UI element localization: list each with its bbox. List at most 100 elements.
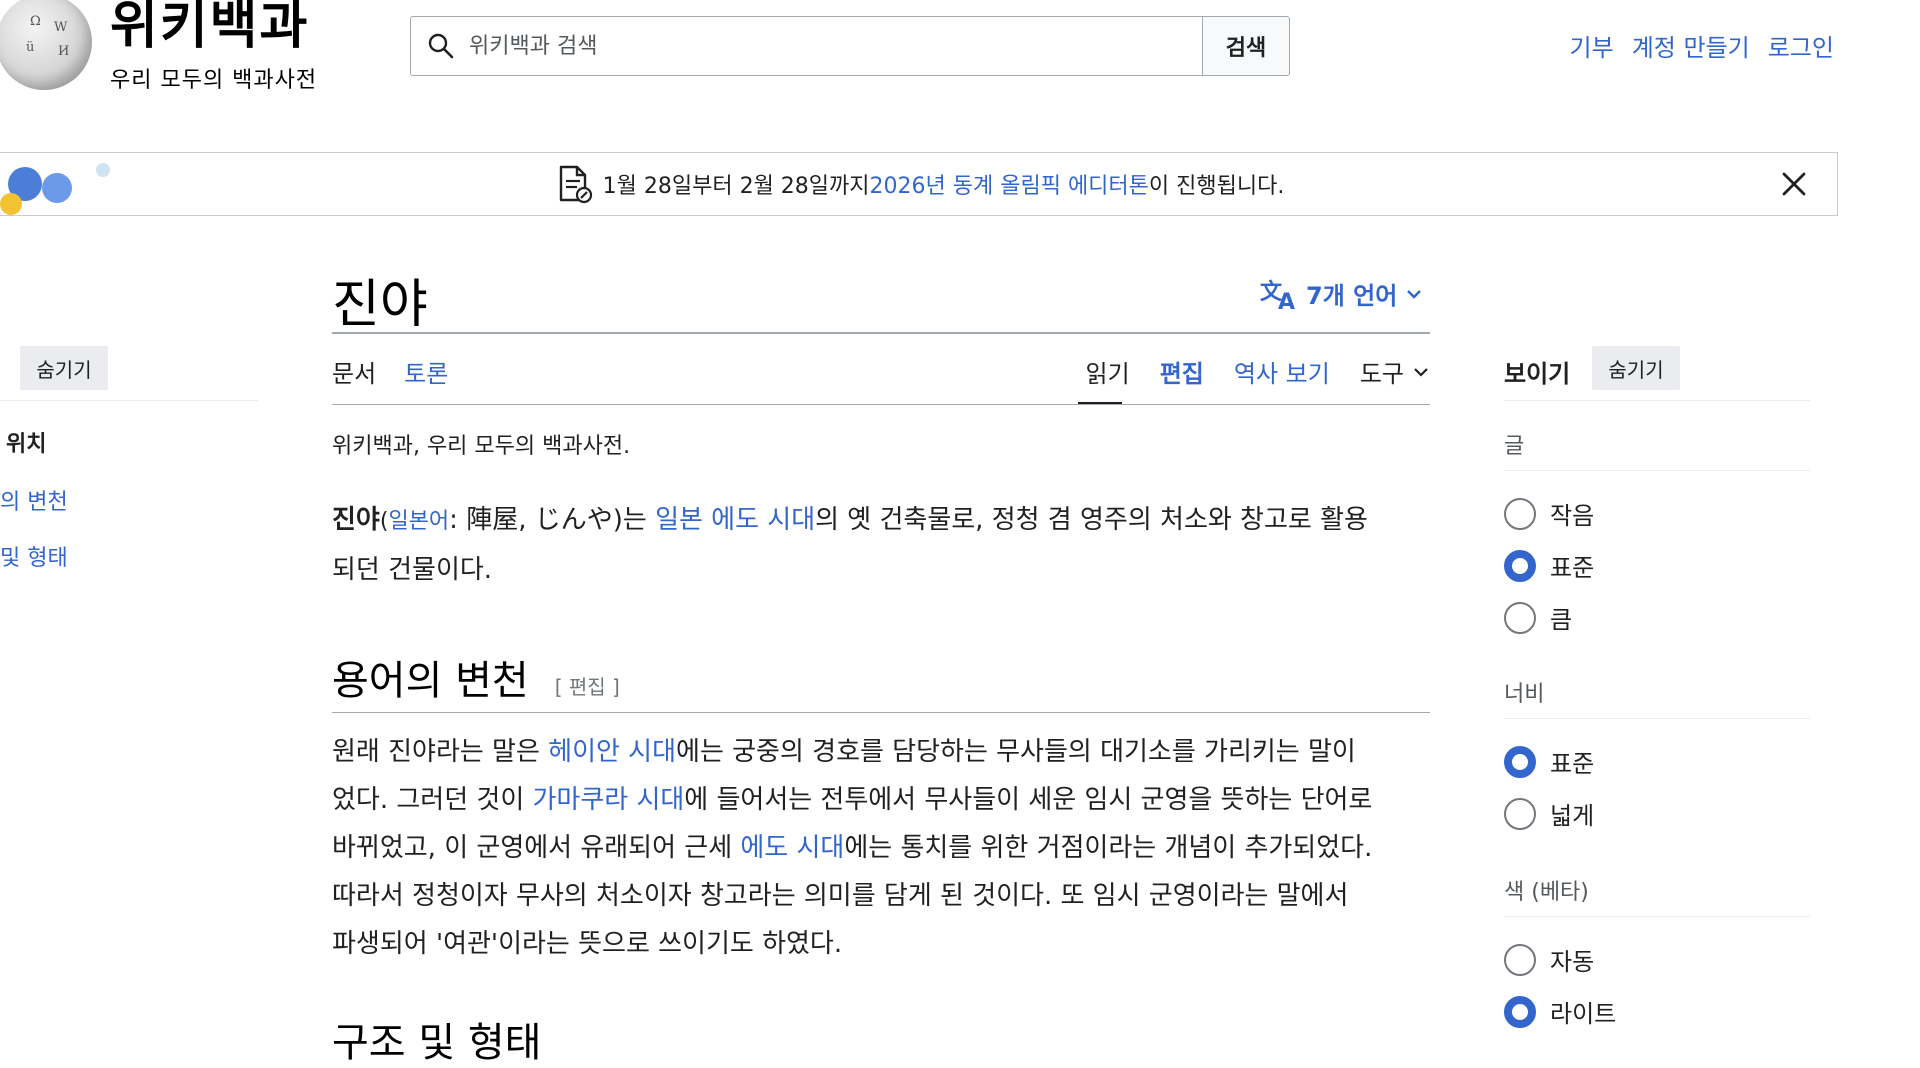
link-edo-period-2[interactable]: 에도 시대 [740, 833, 844, 863]
login-link[interactable]: 로그인 [1768, 28, 1834, 63]
section-title: 용어의 변천 [332, 658, 529, 704]
language-button[interactable]: 文 A 7개 언어 [1260, 276, 1423, 311]
link-kamakura-period[interactable]: 가마쿠라 시대 [533, 785, 685, 815]
language-count: 7개 언어 [1306, 282, 1398, 310]
toc-item-structure[interactable]: 및 형태 [0, 540, 68, 572]
text-size-option-large[interactable]: 큼 [1504, 600, 1572, 635]
banner-text-before: 1월 28일부터 2월 28일까지 [602, 174, 870, 199]
site-subtitle: 위키백과, 우리 모두의 백과사전. [332, 434, 631, 459]
section-heading-structure: 구조 및 형태 [332, 1010, 541, 1068]
radio-button[interactable] [1504, 497, 1536, 530]
para-text: 파생되어 '여관'이라는 뜻으로 쓰이기도 하였다. [332, 929, 843, 959]
personal-tools: 기부 계정 만들기 로그인 [1570, 28, 1834, 63]
toc-item-term-history[interactable]: 의 변천 [0, 484, 68, 516]
tabs-divider [332, 404, 1430, 405]
toc-heading: 위치 [6, 432, 47, 457]
section-divider [332, 712, 1430, 713]
namespace-tabs: 문서 토론 [332, 354, 448, 389]
page-title: 진야 [332, 275, 428, 335]
document-edit-icon [559, 165, 592, 204]
tools-menu[interactable]: 도구 [1360, 354, 1430, 389]
tagline: 우리 모두의 백과사전 [110, 68, 318, 93]
section-paragraph: 원래 진야라는 말은 헤이안 시대에는 궁중의 경호를 담당하는 무사들의 대기… [332, 728, 1432, 968]
tab-edit[interactable]: 편집 [1160, 354, 1204, 389]
color-divider [1504, 916, 1810, 917]
appearance-divider [1504, 400, 1810, 401]
create-account-link[interactable]: 계정 만들기 [1632, 28, 1750, 63]
banner-message: 1월 28일부터 2월 28일까지 2026년 동계 올림픽 에디터톤 이 진행… [553, 164, 1285, 204]
banner-decoration-icon [0, 153, 110, 215]
radio-label: 라이트 [1550, 1000, 1617, 1028]
translate-icon: 文 A [1260, 279, 1295, 311]
tab-read[interactable]: 읽기 [1086, 354, 1130, 389]
search-button[interactable]: 검색 [1202, 16, 1290, 76]
title-divider [332, 332, 1430, 334]
chevron-down-icon [1407, 289, 1422, 299]
text-size-option-small[interactable]: 작음 [1504, 496, 1594, 531]
lead-bold-term: 진야 [332, 505, 380, 535]
search-bar: 검색 [410, 16, 1290, 76]
tab-talk[interactable]: 토론 [404, 354, 448, 389]
color-heading: 색 (베타) [1504, 880, 1589, 905]
width-divider [1504, 718, 1810, 719]
radio-button-selected[interactable] [1504, 549, 1536, 582]
para-text: 따라서 정청이자 무사의 처소이자 창고라는 의미를 담게 된 것이다. 또 임… [332, 881, 1349, 911]
wordmark: 위키백과 [110, 0, 310, 56]
link-heian-period[interactable]: 헤이안 시대 [548, 737, 676, 767]
section-edit-link[interactable]: [ 편집 ] [555, 671, 620, 700]
chevron-down-icon [1414, 367, 1428, 377]
color-option-light[interactable]: 라이트 [1504, 994, 1616, 1029]
radio-button[interactable] [1504, 943, 1536, 976]
lead-kanji: : 陣屋, じんや)는 [449, 505, 656, 535]
color-option-auto[interactable]: 자동 [1504, 942, 1594, 977]
lead-paragraph: 진야(일본어: 陣屋, じんや)는 일본 에도 시대의 옛 건축물로, 정청 겸… [332, 496, 1432, 594]
tab-history[interactable]: 역사 보기 [1234, 354, 1330, 389]
para-text: 바뀌었고, 이 군영에서 유래되어 근세 [332, 833, 741, 863]
tools-label: 도구 [1359, 360, 1404, 388]
radio-label: 표준 [1550, 554, 1595, 582]
radio-button[interactable] [1504, 601, 1536, 634]
text-size-option-standard[interactable]: 표준 [1504, 548, 1594, 583]
search-field[interactable] [410, 16, 1202, 76]
toc-hide-button[interactable]: 숨기기 [20, 346, 108, 390]
toc-divider [0, 400, 258, 401]
banner-link[interactable]: 2026년 동계 올림픽 에디터톤 [870, 168, 1149, 200]
para-text: 에는 통치를 위한 거점이라는 개념이 추가되었다. [844, 833, 1373, 863]
radio-button-selected[interactable] [1504, 745, 1536, 778]
para-text: 원래 진야라는 말은 [332, 737, 549, 767]
link-japan[interactable]: 일본 [655, 505, 703, 535]
section-heading-term-history: 용어의 변천 [ 편집 ] [332, 648, 620, 706]
lang-link-japanese[interactable]: 일본어 [388, 509, 449, 534]
text-size-divider [1504, 470, 1810, 471]
width-heading: 너비 [1504, 682, 1545, 707]
site-notice-banner: 1월 28일부터 2월 28일까지 2026년 동계 올림픽 에디터톤 이 진행… [0, 152, 1838, 216]
lead-rest-1: 의 옛 건축물로, 정청 겸 영주의 처소와 창고로 활용 [815, 505, 1368, 535]
view-tabs: 읽기 편집 역사 보기 도구 [1086, 354, 1430, 389]
para-text: 에는 궁중의 경호를 담당하는 무사들의 대기소를 가리키는 말이 [676, 737, 1356, 767]
text-size-heading: 글 [1504, 434, 1525, 459]
radio-label: 자동 [1550, 948, 1595, 976]
lead-space [703, 505, 711, 535]
tab-article[interactable]: 문서 [332, 354, 376, 389]
appearance-title: 보이기 [1504, 360, 1571, 388]
search-icon [428, 33, 454, 59]
banner-text-after: 이 진행됩니다. [1148, 174, 1285, 199]
width-option-standard[interactable]: 표준 [1504, 744, 1594, 779]
donate-link[interactable]: 기부 [1570, 28, 1614, 63]
search-input[interactable] [467, 32, 1202, 60]
section-title: 구조 및 형태 [332, 1020, 542, 1066]
globe-logo-icon: Ω W ü И [0, 0, 92, 90]
link-edo-period[interactable]: 에도 시대 [711, 505, 815, 535]
para-text: 에 들어서는 전투에서 무사들이 세운 임시 군영을 뜻하는 단어로 [684, 785, 1373, 815]
appearance-hide-button[interactable]: 숨기기 [1592, 346, 1680, 390]
width-option-wide[interactable]: 넓게 [1504, 796, 1594, 831]
para-text: 었다. 그러던 것이 [332, 785, 533, 815]
radio-button-selected[interactable] [1504, 995, 1536, 1028]
radio-label: 넓게 [1550, 802, 1595, 830]
radio-label: 큼 [1550, 606, 1573, 634]
lead-rest-2: 되던 건물이다. [332, 555, 493, 585]
radio-button[interactable] [1504, 797, 1536, 830]
svg-text:A: A [1278, 290, 1295, 311]
radio-label: 작음 [1550, 502, 1595, 530]
close-icon[interactable] [1777, 167, 1811, 201]
